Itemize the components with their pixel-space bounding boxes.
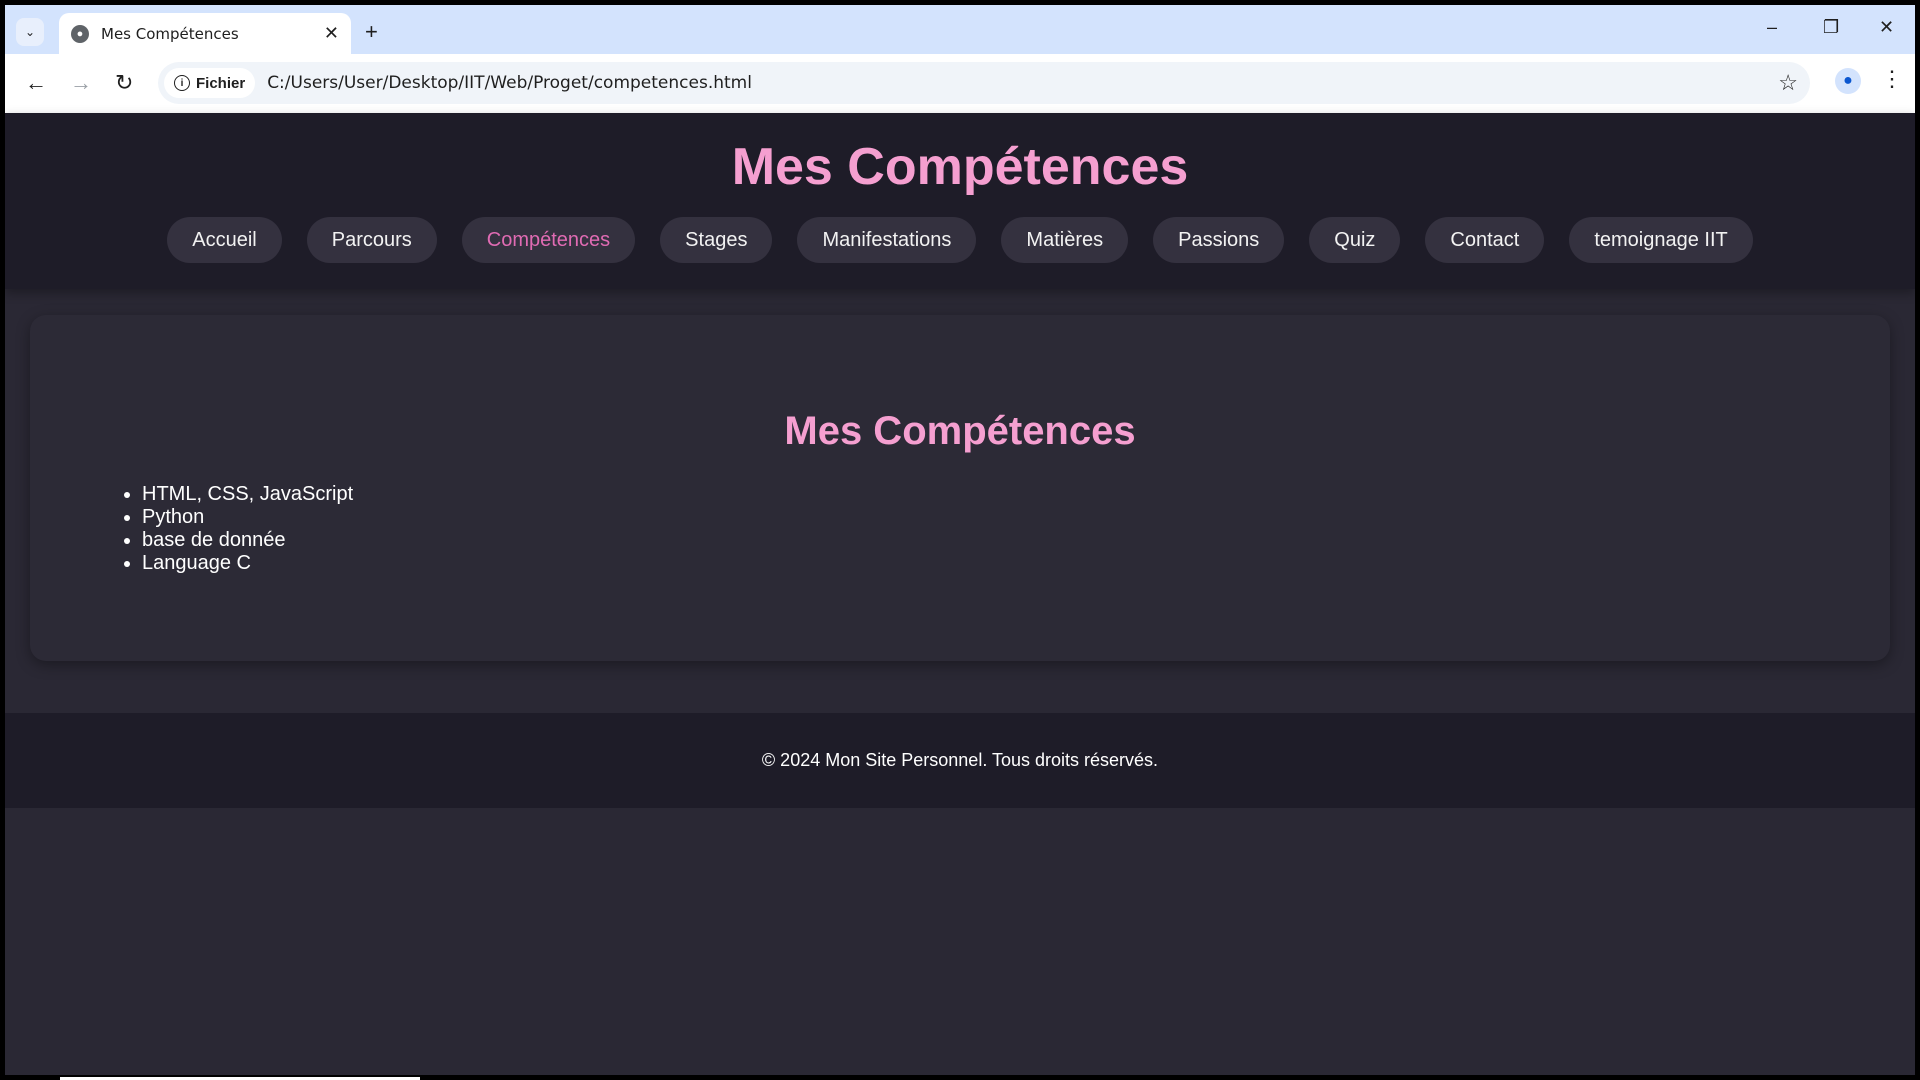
nav-link-contact[interactable]: Contact (1425, 217, 1545, 263)
site-chip-label: Fichier (196, 74, 246, 92)
section-title: Mes Compétences (784, 409, 1136, 453)
address-bar[interactable]: i Fichier C:/Users/User/Desktop/IIT/Web/… (158, 62, 1810, 104)
close-window-icon[interactable]: ✕ (1879, 17, 1894, 38)
back-icon[interactable]: ← (25, 70, 47, 96)
site-footer: © 2024 Mon Site Personnel. Tous droits r… (5, 713, 1915, 808)
nav-link-matieres[interactable]: Matières (1001, 217, 1129, 263)
globe-icon: ● (71, 24, 89, 43)
list-item: Language C (142, 552, 1890, 575)
kebab-menu-icon[interactable]: ⋮ (1881, 66, 1903, 92)
restore-icon[interactable]: ❐ (1823, 17, 1839, 38)
info-icon: i (174, 75, 190, 91)
copyright-text: © 2024 Mon Site Personnel. Tous droits r… (761, 750, 1159, 770)
site-title: Mes Compétences (731, 138, 1189, 196)
list-item: base de donnée (142, 529, 1890, 552)
reload-icon[interactable]: ↻ (115, 70, 133, 96)
nav-link-passions[interactable]: Passions (1153, 217, 1285, 263)
nav-link-accueil[interactable]: Accueil (167, 217, 282, 263)
minimize-icon[interactable]: – (1767, 17, 1777, 38)
nav-link-temoignage[interactable]: temoignage IIT (1569, 217, 1753, 263)
profile-avatar-icon[interactable]: ● (1835, 68, 1861, 94)
url-text[interactable]: C:/Users/User/Desktop/IIT/Web/Proget/com… (267, 73, 752, 93)
tab-search-chevron-icon[interactable]: ⌄ (16, 18, 44, 46)
nav-link-manifestations[interactable]: Manifestations (797, 217, 977, 263)
new-tab-icon[interactable]: + (365, 19, 378, 45)
forward-icon[interactable]: → (70, 70, 92, 96)
skills-list: HTML, CSS, JavaScript Python base de don… (30, 483, 1890, 575)
close-tab-icon[interactable]: ✕ (324, 23, 339, 44)
browser-tab[interactable]: ● Mes Compétences ✕ (59, 13, 351, 54)
list-item: HTML, CSS, JavaScript (142, 483, 1890, 506)
nav-link-parcours[interactable]: Parcours (306, 217, 437, 263)
skills-card: Mes Compétences HTML, CSS, JavaScript Py… (30, 315, 1890, 661)
site-header: Mes Compétences Accueil Parcours Compéte… (5, 113, 1915, 289)
site-info-chip[interactable]: i Fichier (164, 68, 256, 98)
tab-title: Mes Compétences (101, 24, 239, 43)
web-page: Mes Compétences Accueil Parcours Compéte… (5, 113, 1915, 1075)
browser-window: ⌄ ● Mes Compétences ✕ + – ❐ ✕ ← → ↻ i Fi… (5, 5, 1915, 1075)
bookmark-star-icon[interactable]: ☆ (1778, 70, 1798, 96)
nav-link-stages[interactable]: Stages (660, 217, 773, 263)
main-nav: Accueil Parcours Compétences Stages Mani… (5, 217, 1915, 263)
nav-link-quiz[interactable]: Quiz (1309, 217, 1401, 263)
list-item: Python (142, 506, 1890, 529)
tab-strip: ⌄ ● Mes Compétences ✕ + – ❐ ✕ (5, 5, 1915, 54)
nav-link-competences[interactable]: Compétences (461, 217, 636, 263)
browser-toolbar: ← → ↻ i Fichier C:/Users/User/Desktop/II… (5, 54, 1915, 113)
